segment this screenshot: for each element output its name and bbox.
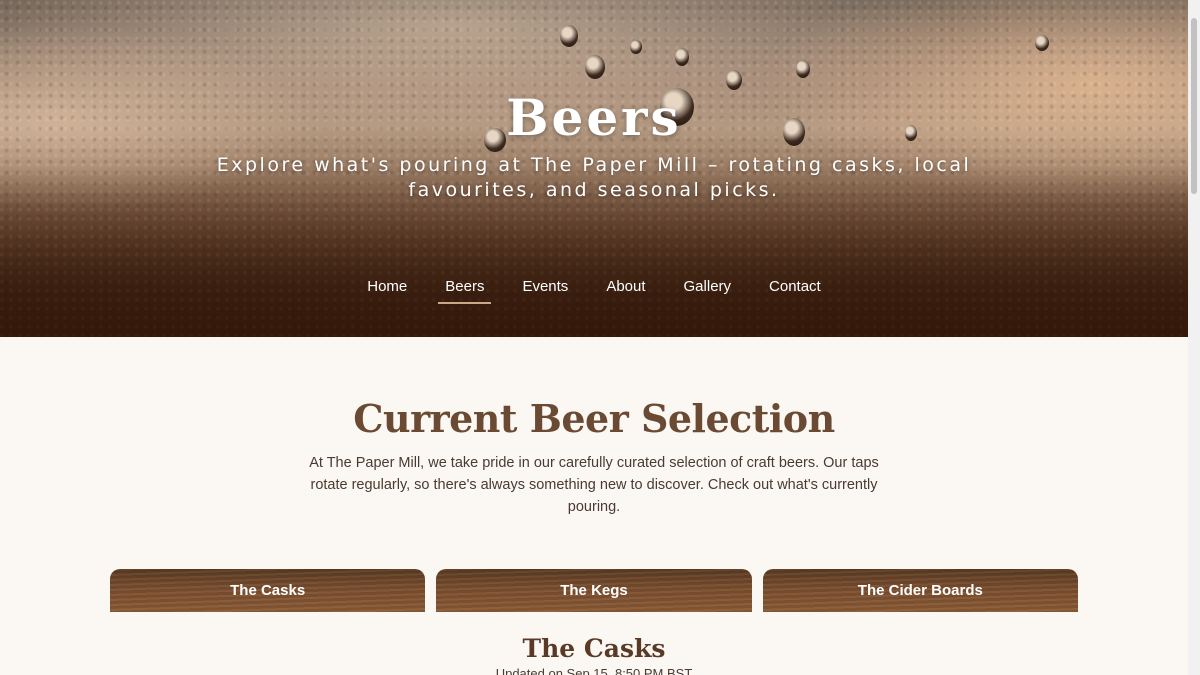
tab-cider-boards[interactable]: The Cider Boards xyxy=(762,569,1078,612)
nav-about[interactable]: About xyxy=(587,276,664,303)
droplet xyxy=(675,48,689,66)
scrollbar-thumb[interactable] xyxy=(1191,18,1197,194)
droplet xyxy=(796,60,810,78)
droplet xyxy=(726,70,742,90)
panel-updated-timestamp: Updated on Sep 15, 8:50 PM BST xyxy=(495,666,693,675)
droplet xyxy=(560,25,578,47)
tab-casks[interactable]: The Casks xyxy=(110,569,426,612)
section-intro: At The Paper Mill, we take pride in our … xyxy=(309,455,879,515)
nav-gallery[interactable]: Gallery xyxy=(665,276,751,303)
page-title: Beers xyxy=(506,88,682,147)
nav-events[interactable]: Events xyxy=(503,276,587,303)
panel-title: The Casks xyxy=(522,634,666,663)
nav-home[interactable]: Home xyxy=(348,276,426,303)
hero-banner: Beers Explore what's pouring at The Pape… xyxy=(0,0,1188,337)
nav-contact[interactable]: Contact xyxy=(750,276,840,303)
droplet xyxy=(630,40,642,54)
main-nav: Home Beers Events About Gallery Contact xyxy=(0,276,1188,304)
nav-beers[interactable]: Beers xyxy=(426,276,503,304)
page-subtitle: Explore what's pouring at The Paper Mill… xyxy=(216,154,972,201)
droplet xyxy=(1035,35,1049,51)
droplet xyxy=(585,55,605,79)
beer-tabs: The Casks The Kegs The Cider Boards xyxy=(110,569,1078,612)
page-scrollbar[interactable] xyxy=(1188,0,1200,675)
tab-kegs[interactable]: The Kegs xyxy=(436,569,752,612)
section-title: Current Beer Selection xyxy=(353,396,835,441)
